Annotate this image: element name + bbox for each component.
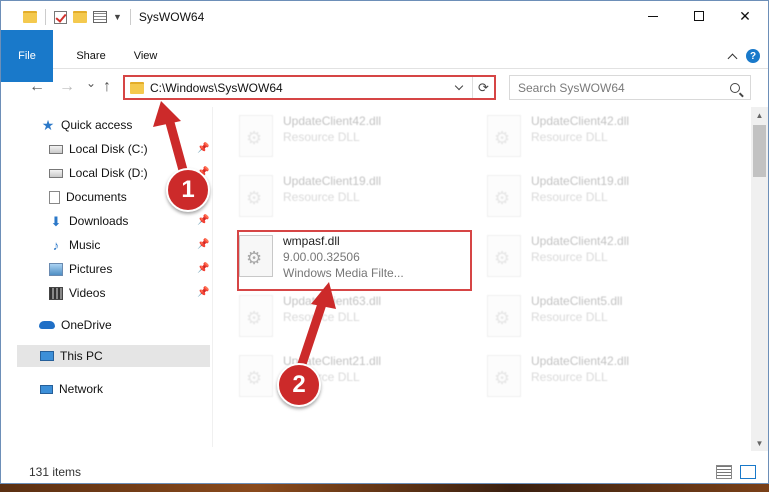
explorer-window: ▼ SysWOW64 ✕ File Home Share View ? ← → …	[0, 0, 769, 484]
arrow-2	[294, 282, 336, 378]
callout-badge-2: 2	[277, 363, 321, 407]
callout-arrows	[153, 101, 336, 378]
callout-badge-1: 1	[166, 168, 210, 212]
